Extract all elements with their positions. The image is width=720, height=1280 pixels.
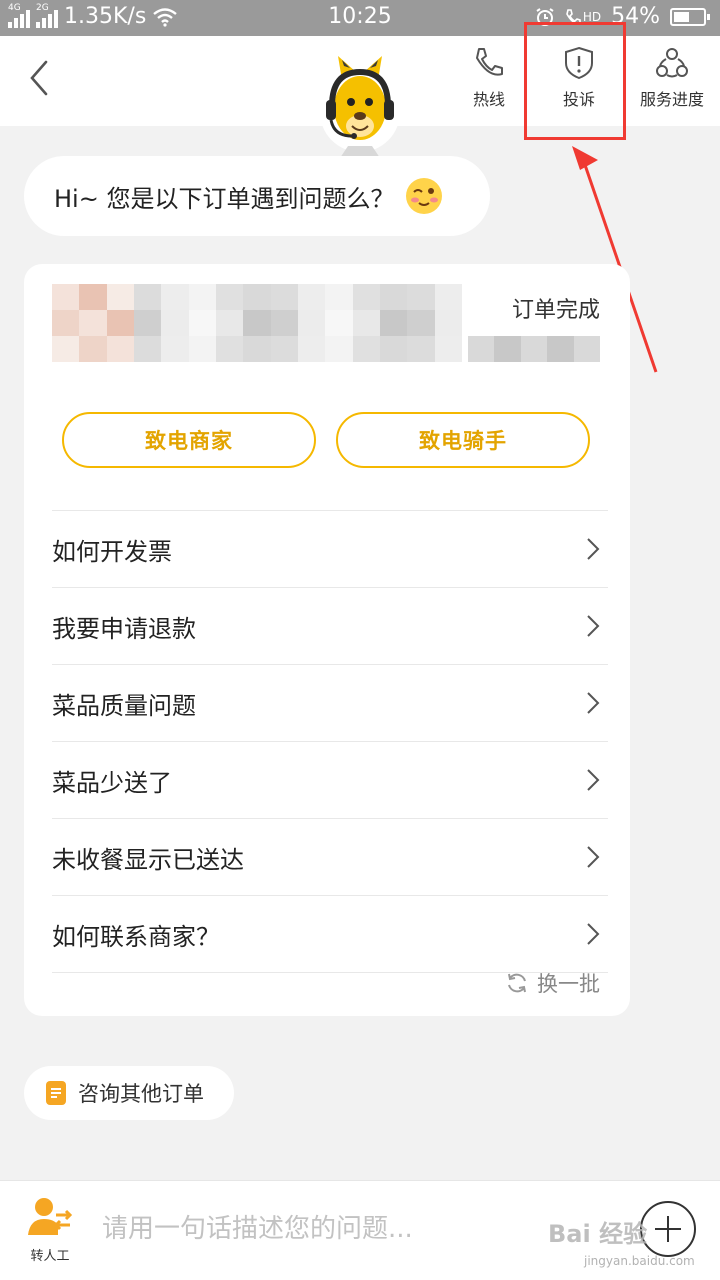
greeting-bubble: Hi~ 您是以下订单遇到问题么？	[24, 156, 490, 236]
question-list: 如何开发票 我要申请退款 菜品质量问题 菜品少送了 未收餐显示已送达 如何联系商…	[52, 510, 608, 973]
message-input[interactable]	[102, 1205, 622, 1253]
order-card: 订单完成 致电商家 致电骑手 如何开发票 我要申请退款 菜品质量问题 菜品少送了…	[24, 264, 630, 1016]
question-item[interactable]: 未收餐显示已送达	[52, 819, 608, 896]
watermark-brand: Bai 经验	[548, 1220, 648, 1248]
question-item[interactable]: 如何联系商家？	[52, 896, 608, 973]
phone-icon	[476, 48, 503, 76]
watermark-url: jingyan.baidu.com	[584, 1254, 695, 1268]
human-agent-label: 转人工	[30, 1249, 70, 1264]
hotline-label: 热线	[472, 90, 505, 109]
hotline-button[interactable]: 热线	[444, 46, 534, 110]
question-text: 菜品质量问题	[52, 691, 196, 720]
chevron-right-icon	[587, 846, 600, 868]
chevron-right-icon	[587, 615, 600, 637]
service-progress-label: 服务进度	[639, 90, 704, 109]
other-orders-label: 咨询其他订单	[78, 1082, 204, 1106]
question-text: 未收餐显示已送达	[52, 845, 244, 874]
order-status: 订单完成	[511, 298, 600, 323]
chevron-right-icon	[587, 923, 600, 945]
refresh-label: 换一批	[537, 972, 600, 996]
question-item[interactable]: 我要申请退款	[52, 588, 608, 665]
chevron-right-icon	[587, 769, 600, 791]
other-orders-button[interactable]: 咨询其他订单	[24, 1066, 234, 1120]
question-text: 如何开发票	[52, 537, 172, 566]
service-progress-button[interactable]: 服务进度	[628, 46, 716, 110]
question-text: 如何联系商家？	[52, 922, 220, 951]
annotation-highlight-box	[524, 22, 626, 140]
wink-emoji-icon	[406, 178, 443, 214]
chevron-right-icon	[587, 538, 600, 560]
add-button[interactable]	[640, 1201, 696, 1257]
order-info-blurred	[52, 284, 462, 362]
greeting-text: Hi~ 您是以下订单遇到问题么？	[54, 184, 395, 213]
question-text: 我要申请退款	[52, 614, 196, 643]
human-agent-button[interactable]: 转人工	[20, 1195, 80, 1264]
chevron-right-icon	[587, 692, 600, 714]
human-agent-icon	[28, 1198, 73, 1235]
document-icon	[46, 1081, 66, 1105]
service-progress-icon	[656, 48, 688, 78]
question-item[interactable]: 菜品少送了	[52, 742, 608, 819]
call-rider-button[interactable]: 致电骑手	[336, 412, 590, 468]
call-merchant-button[interactable]: 致电商家	[62, 412, 316, 468]
question-item[interactable]: 如何开发票	[52, 511, 608, 588]
mascot-avatar	[320, 56, 400, 158]
refresh-button[interactable]: 换一批	[505, 968, 600, 998]
order-info-blurred-2	[468, 336, 600, 362]
question-item[interactable]: 菜品质量问题	[52, 665, 608, 742]
refresh-icon	[508, 973, 526, 993]
back-button[interactable]	[22, 56, 62, 100]
battery-icon	[670, 7, 710, 26]
question-text: 菜品少送了	[52, 768, 172, 797]
